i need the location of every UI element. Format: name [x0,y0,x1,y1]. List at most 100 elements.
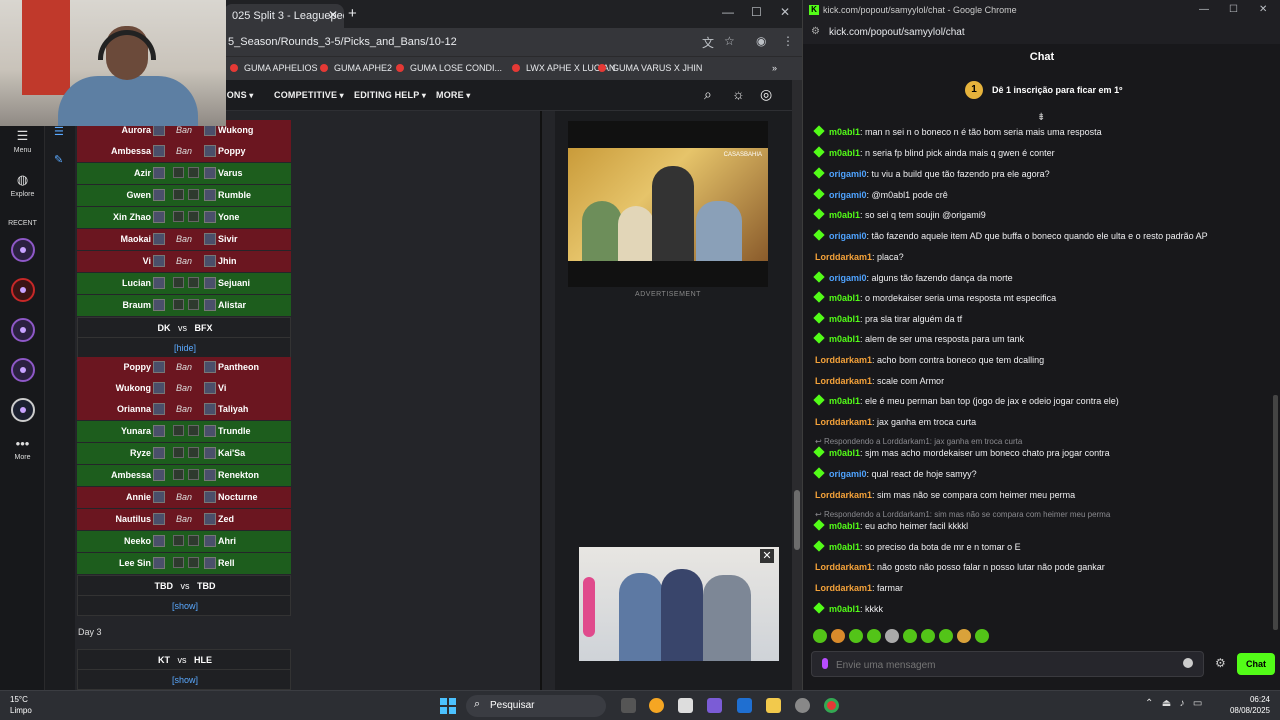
toc-icon[interactable]: ☰ [54,125,64,138]
chat-username[interactable]: m0abl1 [829,521,860,531]
chat-username[interactable]: m0abl1 [829,334,860,344]
video-ad[interactable]: CASASBAHIA [568,121,768,287]
team-b[interactable]: TBD [197,581,216,591]
bookmark-item[interactable]: GUMA APHELIOS [230,63,318,73]
chat-message[interactable]: origami0: tu viu a build que tão fazendo… [813,167,1050,179]
bookmark-star-icon[interactable]: ☆ [724,34,735,48]
close-ad-icon[interactable]: ✕ [760,549,774,563]
outlook-icon[interactable] [737,698,752,713]
red-side-champion[interactable]: Trundle [218,426,251,436]
chat-message[interactable]: m0abl1: so preciso da bota de mr e n tom… [813,540,1021,552]
red-side-champion[interactable]: Pantheon [218,362,259,372]
red-side-champion[interactable]: Jhin [218,256,237,266]
sidebar-explore[interactable]: ◍ Explore [0,172,45,198]
chat-message[interactable]: m0abl1: alem de ser uma resposta para um… [813,332,1024,344]
weather-widget[interactable]: 15°C Limpo [10,694,32,716]
scroll-thumb[interactable] [794,490,800,550]
red-side-champion[interactable]: Sivir [218,234,238,244]
show-link[interactable]: [show] [78,601,292,611]
chat-message[interactable]: m0abl1: eu acho heimer facil kkkkl [813,519,968,531]
chat-username[interactable]: m0abl1 [829,148,860,158]
chat-username[interactable]: m0abl1 [829,293,860,303]
chat-username[interactable]: m0abl1 [829,314,860,324]
emote-icon[interactable] [903,629,917,643]
blue-side-champion[interactable]: Braum [122,300,151,310]
chat-message[interactable]: origami0: @m0abl1 pode crê [813,188,948,200]
red-side-champion[interactable]: Renekton [218,470,259,480]
team-a[interactable]: KT [158,655,170,665]
chat-username[interactable]: Lorddarkam1 [815,355,872,365]
hide-link[interactable]: [hide] [78,343,292,353]
edit-pencil-icon[interactable]: ✎ [54,153,63,166]
chrome-icon[interactable] [824,698,839,713]
recent-wiki-icon[interactable] [11,278,35,302]
blue-side-champion[interactable]: Lucian [122,278,151,288]
chat-username[interactable]: Lorddarkam1 [815,490,872,500]
chat-message[interactable]: m0abl1: n seria fp blind pick ainda mais… [813,146,1055,158]
blue-side-champion[interactable]: Vi [143,256,151,266]
nav-item[interactable]: IONS [224,90,253,100]
blue-side-champion[interactable]: Xin Zhao [113,212,151,222]
nav-competitive[interactable]: COMPETITIVE [274,90,344,100]
blue-side-champion[interactable]: Neeko [124,536,151,546]
file-explorer-icon[interactable] [766,698,781,713]
blue-side-champion[interactable]: Orianna [117,404,151,414]
chat-url[interactable]: kick.com/popout/samyylol/chat [829,27,965,38]
close-window-icon[interactable]: ✕ [780,5,790,19]
blue-side-champion[interactable]: Nautilus [115,514,151,524]
maximize-icon[interactable]: ☐ [751,5,762,19]
chat-message[interactable]: Lorddarkam1: acho bom contra boneco que … [815,355,1044,365]
chat-username[interactable]: m0abl1 [829,604,860,614]
search-icon[interactable]: ⌕ [704,86,712,103]
emote-icon[interactable] [885,629,899,643]
chat-message[interactable]: Lorddarkam1: sim mas não se compara com … [815,490,1075,500]
blue-side-champion[interactable]: Wukong [116,383,151,393]
pinned-toggle-icon[interactable]: ⇟ [1037,112,1045,123]
chat-message[interactable]: m0abl1: o mordekaiser seria uma resposta… [813,291,1056,303]
app-icon[interactable] [649,698,664,713]
clock[interactable]: 06:24 08/08/2025 [1228,694,1270,716]
bookmarks-overflow-icon[interactable]: » [772,63,777,73]
nav-editing-help[interactable]: EDITING HELP [354,90,426,100]
red-side-champion[interactable]: Rell [218,558,235,568]
chat-message-input[interactable] [836,657,1176,673]
red-side-champion[interactable]: Ahri [218,536,236,546]
recent-wiki-icon[interactable] [11,318,35,342]
emote-icon[interactable] [831,629,845,643]
blue-side-champion[interactable]: Annie [126,492,151,502]
red-side-champion[interactable]: Sejuani [218,278,250,288]
chat-username[interactable]: m0abl1 [829,542,860,552]
chat-message[interactable]: m0abl1: man n sei n o boneco n é tão bom… [813,125,1102,137]
chat-username[interactable]: origami0 [829,190,867,200]
chat-username[interactable]: origami0 [829,169,867,179]
chat-message[interactable]: Lorddarkam1: farmar [815,583,903,593]
recent-wiki-icon[interactable] [11,398,35,422]
chat-message[interactable]: m0abl1: ele é meu perman ban top (jogo d… [813,394,1119,406]
url-text[interactable]: 5_Season/Rounds_3-5/Picks_and_Bans/10-12 [228,36,457,48]
blue-side-champion[interactable]: Lee Sin [119,558,151,568]
chat-address-bar[interactable]: ⚙ kick.com/popout/samyylol/chat [803,22,1280,44]
profile-icon[interactable]: ◉ [756,34,766,48]
chat-message[interactable]: Lorddarkam1: scale com Armor [815,376,944,386]
address-bar[interactable]: 5_Season/Rounds_3-5/Picks_and_Bans/10-12… [224,28,802,56]
red-side-champion[interactable]: Varus [218,168,243,178]
emote-icon[interactable] [975,629,989,643]
recent-wiki-icon[interactable] [11,358,35,382]
red-side-champion[interactable]: Poppy [218,146,246,156]
emote-icon[interactable] [957,629,971,643]
red-side-champion[interactable]: Alistar [218,300,246,310]
mic-icon[interactable] [822,658,828,669]
chat-scrollbar[interactable] [1273,395,1278,630]
chat-message[interactable]: m0abl1: so sei q tem soujin @origami9 [813,208,986,220]
kebab-menu-icon[interactable]: ⋮ [782,34,794,48]
sub-gift-banner[interactable]: 1 Dê 1 inscrição para ficar em 1º [803,75,1280,107]
chat-username[interactable]: Lorddarkam1 [815,417,872,427]
task-view-icon[interactable] [621,698,636,713]
page-scrollbar[interactable] [792,80,802,690]
team-b[interactable]: HLE [194,655,212,665]
chat-username[interactable]: origami0 [829,231,867,241]
minimize-icon[interactable]: — [722,5,734,19]
chat-username[interactable]: m0abl1 [829,210,860,220]
maximize-icon[interactable]: ☐ [1229,4,1238,15]
theme-toggle-icon[interactable]: ☼ [732,86,745,102]
